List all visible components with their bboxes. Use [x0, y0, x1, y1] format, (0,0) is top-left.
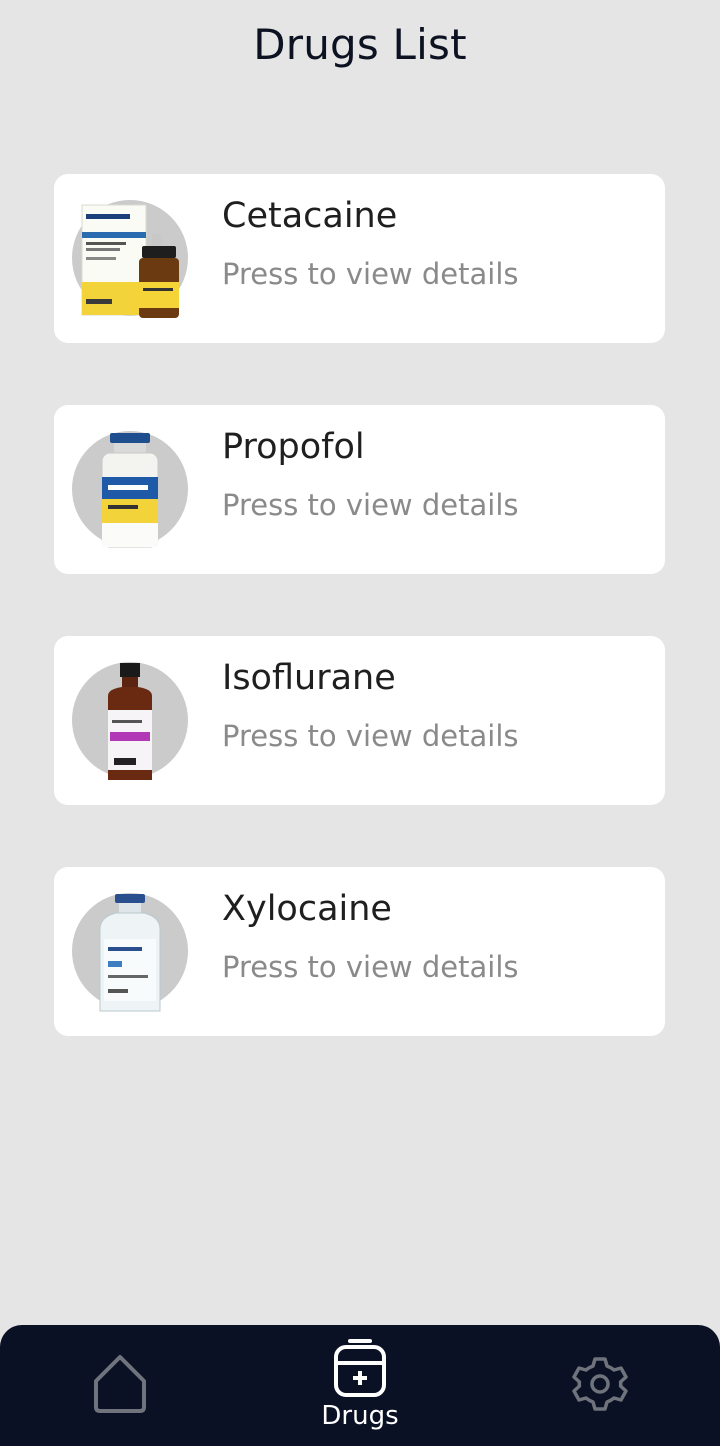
- nav-home-button[interactable]: [88, 1351, 152, 1417]
- bottom-navigation: Drugs: [0, 1325, 720, 1446]
- drug-card-xylocaine[interactable]: Xylocaine Press to view details: [54, 867, 665, 1036]
- drug-thumbnail: [72, 431, 188, 548]
- gear-icon: [572, 1357, 628, 1411]
- drug-name: Propofol: [222, 427, 365, 467]
- drug-card-propofol[interactable]: Propofol Press to view details: [54, 405, 665, 574]
- drug-subtitle: Press to view details: [222, 488, 519, 522]
- drug-name: Xylocaine: [222, 889, 392, 929]
- propofol-vial-image: [101, 433, 159, 548]
- xylocaine-vial-image: [99, 894, 161, 1012]
- drug-subtitle: Press to view details: [222, 257, 519, 291]
- drug-name: Cetacaine: [222, 196, 398, 236]
- nav-settings-button[interactable]: [570, 1353, 630, 1413]
- nav-drugs-button[interactable]: Drugs: [310, 1335, 410, 1445]
- home-icon: [94, 1355, 146, 1413]
- medical-case-icon: [334, 1339, 386, 1397]
- drug-list: Cetacaine Press to view details Propofol…: [54, 174, 665, 1098]
- drug-card-cetacaine[interactable]: Cetacaine Press to view details: [54, 174, 665, 343]
- drug-thumbnail: [72, 662, 188, 780]
- drug-card-isoflurane[interactable]: Isoflurane Press to view details: [54, 636, 665, 805]
- page-title: Drugs List: [253, 20, 467, 69]
- isoflurane-bottle-image: [108, 663, 152, 780]
- drug-thumbnail: [72, 893, 188, 1012]
- nav-drugs-label: Drugs: [321, 1401, 399, 1431]
- drug-thumbnail: [72, 200, 188, 318]
- drug-subtitle: Press to view details: [222, 950, 519, 984]
- cetacaine-product-image: [81, 204, 179, 318]
- drugs-screen: Drugs List Cetacaine Press to view detai…: [0, 0, 720, 1446]
- drug-name: Isoflurane: [222, 658, 396, 698]
- drug-subtitle: Press to view details: [222, 719, 519, 753]
